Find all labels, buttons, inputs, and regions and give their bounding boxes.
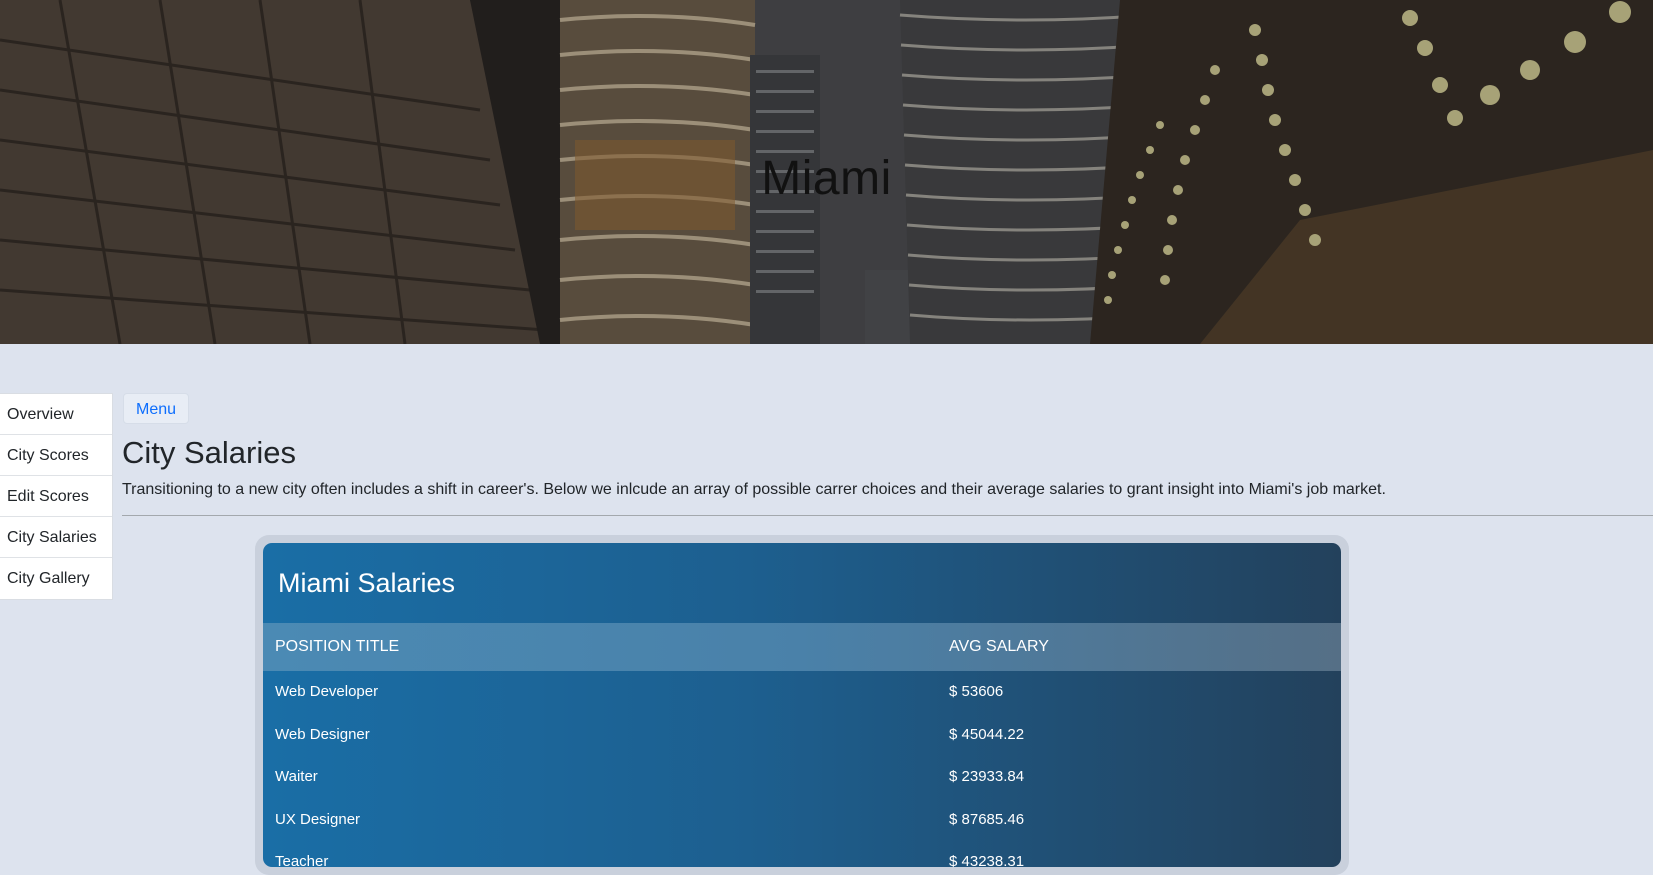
- salary-table-header: POSITION TITLE AVG SALARY: [263, 623, 1341, 671]
- hero-city-title: Miami: [761, 152, 892, 205]
- sidebar-item-edit-scores[interactable]: Edit Scores: [0, 476, 112, 517]
- page-description: Transitioning to a new city often includ…: [122, 481, 1386, 498]
- salary-card-frame: Miami Salaries POSITION TITLE AVG SALARY…: [255, 535, 1349, 875]
- position-cell: Teacher: [275, 853, 329, 867]
- position-cell: UX Designer: [275, 810, 361, 828]
- salary-cell: $ 23933.84: [949, 768, 1025, 785]
- sidebar-item-city-scores[interactable]: City Scores: [0, 435, 112, 476]
- sidebar-item-city-gallery[interactable]: City Gallery: [0, 558, 112, 599]
- table-row: Web Developer $ 53606: [263, 671, 1341, 714]
- sidebar-item-city-salaries[interactable]: City Salaries: [0, 517, 112, 558]
- table-row: Teacher $ 43238.31: [263, 841, 1341, 867]
- main-content: Menu City Salaries Transitioning to a ne…: [122, 393, 1653, 516]
- sidebar-nav: Overview City Scores Edit Scores City Sa…: [0, 393, 113, 600]
- column-header-position: POSITION TITLE: [275, 638, 400, 655]
- position-cell: Web Developer: [275, 683, 379, 700]
- divider: [122, 515, 1653, 516]
- salary-cell: $ 87685.46: [949, 810, 1025, 828]
- hero-banner: Miami: [0, 0, 1653, 344]
- table-row: UX Designer $ 87685.46: [263, 799, 1341, 842]
- sidebar-item-overview[interactable]: Overview: [0, 394, 112, 435]
- table-row: Waiter $ 23933.84: [263, 756, 1341, 799]
- salary-card: Miami Salaries POSITION TITLE AVG SALARY…: [263, 543, 1341, 867]
- menu-button[interactable]: Menu: [123, 393, 190, 424]
- column-header-salary: AVG SALARY: [949, 638, 1049, 655]
- position-cell: Waiter: [275, 768, 318, 785]
- salary-cell: $ 45044.22: [949, 725, 1025, 743]
- salary-cell: $ 53606: [949, 683, 1004, 700]
- table-row: Web Designer $ 45044.22: [263, 714, 1341, 757]
- salary-cell: $ 43238.31: [949, 853, 1025, 867]
- position-cell: Web Designer: [275, 725, 370, 743]
- salary-card-title: Miami Salaries: [278, 568, 456, 598]
- page-title: City Salaries: [122, 435, 296, 470]
